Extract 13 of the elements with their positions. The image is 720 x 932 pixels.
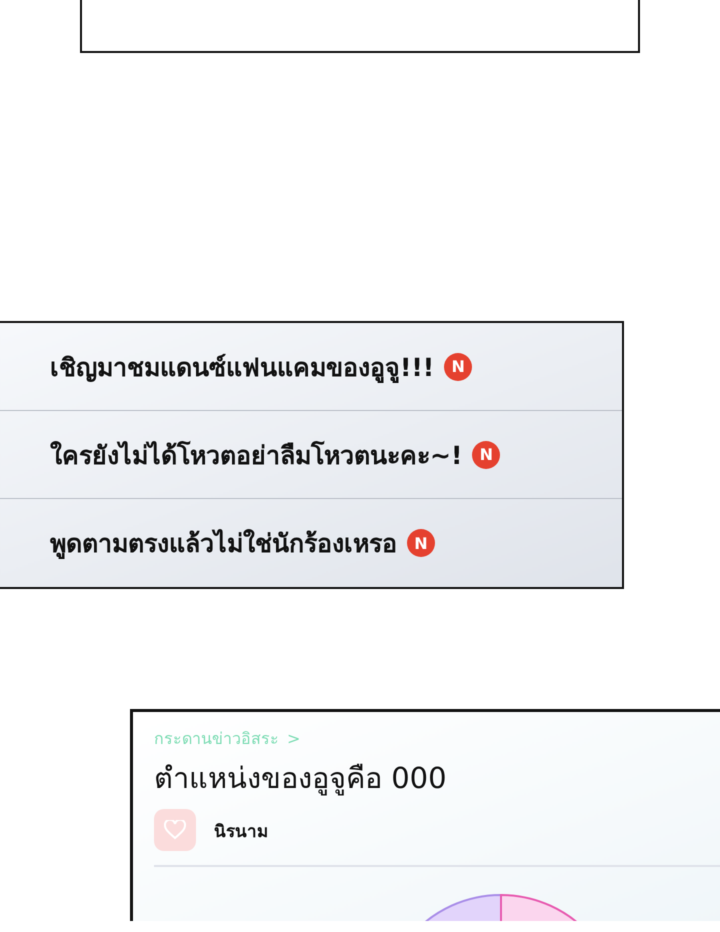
notice-title: พูดตามตรงแล้วไม่ใช่นักร้องเหรอ bbox=[50, 528, 397, 561]
post-title: ตำแหน่งของอูจูคือ 000 bbox=[154, 760, 448, 798]
notice-item[interactable]: เชิญมาชมแดนซ์แฟนแคมของอูจู!!! N bbox=[0, 323, 622, 411]
new-badge: N bbox=[407, 529, 435, 557]
new-badge: N bbox=[472, 440, 500, 468]
notice-title: ใครยังไม่ได้โหวตอย่าลืมโหวตนะคะ~! bbox=[50, 440, 462, 472]
new-badge: N bbox=[444, 352, 472, 380]
author-name: นิรนาม bbox=[214, 820, 268, 844]
heart-avatar-icon bbox=[154, 809, 196, 851]
notice-item[interactable]: พูดตามตรงแล้วไม่ใช่นักร้องเหรอ N bbox=[0, 499, 622, 587]
notice-title: เชิญมาชมแดนซ์แฟนแคมของอูจู!!! bbox=[50, 352, 434, 385]
chevron-icon: > bbox=[287, 729, 300, 748]
notice-item[interactable]: ใครยังไม่ได้โหวตอย่าลืมโหวตนะคะ~! N bbox=[0, 411, 622, 499]
